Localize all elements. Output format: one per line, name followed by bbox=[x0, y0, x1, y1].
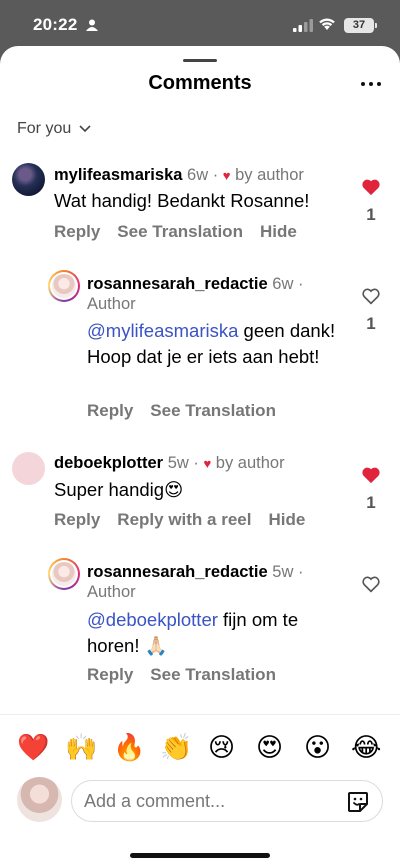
comment-meta: deboekplotter 5w · ♥ by author bbox=[54, 454, 285, 472]
author-liked-heart-icon: ♥ bbox=[222, 168, 231, 183]
emoji-button[interactable]: 😮 bbox=[304, 730, 331, 764]
divider bbox=[0, 714, 400, 715]
reply-with-reel-button[interactable]: Reply with a reel bbox=[117, 510, 251, 530]
comment-actions: Reply See Translation bbox=[87, 665, 276, 685]
avatar[interactable] bbox=[12, 163, 45, 196]
more-options-icon[interactable] bbox=[361, 82, 381, 88]
sort-filter-dropdown[interactable]: For you bbox=[17, 120, 91, 138]
liked-by-author-label: by author bbox=[215, 454, 285, 472]
liked-by-author-label: by author bbox=[235, 166, 304, 184]
comments-sheet: Comments For you mylifeasmariska 6w · ♥ … bbox=[0, 46, 400, 866]
comment-meta: rosannesarah_redactie 6w · bbox=[87, 275, 304, 293]
status-time: 20:22 bbox=[33, 15, 78, 34]
comment-text: Super handig😍 bbox=[54, 479, 184, 500]
author-label: Author bbox=[87, 583, 136, 601]
wifi-icon bbox=[319, 18, 335, 30]
comment-meta: rosannesarah_redactie 5w · bbox=[87, 563, 304, 581]
mention-link[interactable]: @deboekplotter bbox=[87, 609, 218, 630]
avatar[interactable] bbox=[12, 452, 45, 485]
mention-link[interactable]: @mylifeasmariska bbox=[87, 320, 238, 341]
comment-username[interactable]: deboekplotter bbox=[54, 454, 163, 472]
comment-age: 5w bbox=[167, 454, 189, 472]
comment-text: @mylifeasmariska geen dank! Hoop dat je … bbox=[87, 320, 336, 367]
see-translation-button[interactable]: See Translation bbox=[150, 401, 276, 421]
sheet-title: Comments bbox=[148, 72, 252, 94]
see-translation-button[interactable]: See Translation bbox=[117, 222, 243, 242]
battery-icon: 37 bbox=[344, 18, 377, 33]
like-count: 1 bbox=[366, 493, 376, 512]
emoji-button[interactable]: 😍 bbox=[256, 730, 283, 764]
comment-actions: Reply See Translation bbox=[87, 401, 276, 421]
reply-button[interactable]: Reply bbox=[87, 665, 133, 685]
heart-outline-icon[interactable] bbox=[361, 287, 381, 305]
comment-meta: mylifeasmariska 6w · ♥ by author bbox=[54, 166, 304, 184]
emoji-button[interactable]: 😢 bbox=[208, 730, 235, 764]
emoji-button[interactable]: 😂 bbox=[351, 730, 381, 764]
comment-input[interactable] bbox=[84, 789, 324, 813]
comment-username[interactable]: rosannesarah_redactie bbox=[87, 563, 268, 581]
comment-composer[interactable] bbox=[71, 780, 383, 822]
hide-button[interactable]: Hide bbox=[268, 510, 305, 530]
like-count: 1 bbox=[366, 314, 376, 333]
emoji-button[interactable]: ❤️ bbox=[17, 730, 49, 764]
hide-button[interactable]: Hide bbox=[260, 222, 297, 242]
avatar[interactable] bbox=[48, 558, 80, 590]
reply-button[interactable]: Reply bbox=[54, 510, 100, 530]
comment-actions: Reply Reply with a reel Hide bbox=[54, 510, 305, 530]
sticker-icon[interactable] bbox=[346, 790, 370, 814]
signal-icon bbox=[293, 19, 313, 32]
status-bar: 20:22 37 bbox=[0, 0, 400, 50]
emoji-button[interactable]: 🔥 bbox=[113, 730, 145, 764]
comment-age: 5w bbox=[272, 563, 294, 581]
comment-text: Wat handig! Bedankt Rosanne! bbox=[54, 190, 310, 211]
like-count: 1 bbox=[366, 205, 376, 224]
heart-outline-icon[interactable] bbox=[361, 575, 381, 593]
home-indicator[interactable] bbox=[130, 853, 270, 858]
author-label: Author bbox=[87, 295, 136, 313]
filter-label: For you bbox=[17, 120, 72, 137]
reply-button[interactable]: Reply bbox=[87, 401, 133, 421]
reply-button[interactable]: Reply bbox=[54, 222, 100, 242]
emoji-quick-bar: ❤️ 🙌 🔥 👏 😢 😍 😮 😂 bbox=[0, 730, 400, 764]
emoji-button[interactable]: 👏 bbox=[160, 730, 192, 764]
chevron-down-icon bbox=[79, 125, 91, 133]
comment-username[interactable]: rosannesarah_redactie bbox=[87, 275, 268, 293]
comment-age: 6w bbox=[187, 166, 209, 184]
sheet-grabber[interactable] bbox=[183, 59, 217, 62]
emoji-button[interactable]: 🙌 bbox=[65, 730, 97, 764]
person-icon bbox=[86, 19, 98, 31]
comment-age: 6w bbox=[272, 275, 294, 293]
my-avatar bbox=[17, 777, 62, 822]
comment-actions: Reply See Translation Hide bbox=[54, 222, 297, 242]
comment-username[interactable]: mylifeasmariska bbox=[54, 166, 182, 184]
heart-filled-icon[interactable] bbox=[361, 178, 381, 196]
heart-filled-icon[interactable] bbox=[361, 466, 381, 484]
comment-text: @deboekplotter fijn om te horen! 🙏🏻 bbox=[87, 609, 299, 656]
see-translation-button[interactable]: See Translation bbox=[150, 665, 276, 685]
avatar[interactable] bbox=[48, 270, 80, 302]
author-liked-heart-icon: ♥ bbox=[203, 456, 212, 471]
